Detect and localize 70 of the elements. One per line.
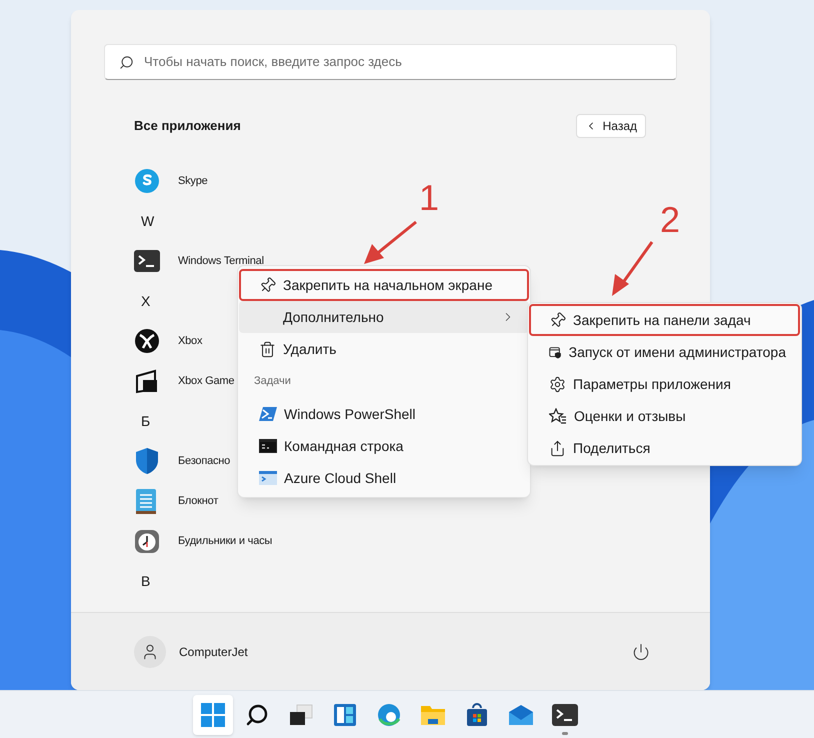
back-button[interactable]: Назад: [576, 114, 646, 138]
shield-icon: [134, 447, 160, 475]
letter-header: X: [141, 292, 150, 310]
search-field[interactable]: Чтобы начать поиск, введите запрос здесь: [104, 44, 677, 80]
store-icon: [465, 702, 489, 726]
app-name[interactable]: Windows Terminal: [178, 252, 264, 270]
user-avatar[interactable]: [134, 636, 166, 668]
widgets-icon: [333, 702, 357, 726]
menu-item-label: Закрепить на начальном экране: [283, 276, 494, 295]
terminal-icon: [134, 250, 160, 272]
settings-icon: [549, 376, 566, 392]
menu-item[interactable]: Оценки и отзывы: [529, 400, 800, 432]
start-icon: [201, 702, 225, 726]
notepad-icon: [134, 487, 158, 515]
user-name[interactable]: ComputerJet: [179, 642, 248, 660]
menu-item[interactable]: Azure Cloud Shell: [239, 462, 529, 494]
menu-item[interactable]: Закрепить на панели задач: [529, 304, 800, 336]
app-name[interactable]: Будильники и часы: [178, 532, 272, 550]
powershell-icon: [259, 406, 277, 422]
annotation-number: 2: [660, 202, 680, 238]
menu-item[interactable]: Закрепить на начальном экране: [239, 269, 529, 301]
menu-item[interactable]: Командная строка: [239, 430, 529, 462]
cmd-icon: [259, 439, 277, 453]
menu-item[interactable]: Параметры приложения: [529, 368, 800, 400]
power-icon[interactable]: [632, 642, 650, 660]
annotation-number: 1: [419, 180, 440, 216]
running-indicator: [562, 732, 568, 734]
menu-item[interactable]: Дополнительно: [239, 301, 529, 333]
task-view-icon: [289, 704, 313, 726]
menu-item[interactable]: Поделиться: [529, 432, 800, 464]
menu-item-label: Закрепить на панели задач: [573, 310, 752, 330]
menu-item-label: Windows PowerShell: [284, 404, 416, 424]
share-icon: [549, 440, 566, 456]
menu-section-header: Задачи: [254, 374, 291, 390]
browser-icon: [377, 702, 401, 726]
menu-item-label: Оценки и отзывы: [574, 406, 687, 426]
game-bar-icon: [134, 368, 160, 394]
menu-item-label: Дополнительно: [283, 308, 385, 327]
menu-item[interactable]: Windows PowerShell: [239, 398, 529, 430]
search-icon: [245, 702, 269, 726]
menu-item-label: Azure Cloud Shell: [284, 468, 398, 488]
menu-item-label: Параметры приложения: [573, 374, 732, 394]
app-name[interactable]: Xbox: [178, 332, 202, 350]
menu-item-label: Удалить: [283, 340, 338, 359]
cloud-shell-icon: [259, 471, 277, 485]
letter-header: Б: [141, 412, 150, 430]
trash-icon: [259, 340, 276, 358]
app-name[interactable]: Xbox Game: [178, 372, 234, 390]
mail-icon: [508, 704, 534, 726]
menu-item[interactable]: Запуск от имени администратора: [529, 336, 800, 368]
terminal-icon: [552, 704, 578, 726]
letter-header: В: [141, 572, 150, 590]
app-name[interactable]: Skype: [178, 172, 208, 190]
menu-item-label: Командная строка: [284, 436, 404, 456]
menu-item-label: Поделиться: [573, 438, 652, 458]
app-name[interactable]: Блокнот: [178, 492, 218, 510]
search-icon: [119, 54, 134, 70]
skype-icon: [134, 168, 160, 194]
menu-item[interactable]: Удалить: [239, 333, 529, 365]
menu-item-label: Запуск от имени администратора: [568, 342, 786, 362]
letter-header: W: [141, 212, 154, 230]
annotation-arrow: [610, 240, 654, 298]
search-input[interactable]: Чтобы начать поиск, введите запрос здесь: [144, 52, 662, 72]
xbox-icon: [134, 328, 160, 354]
section-title: Все приложения: [134, 117, 241, 136]
folder-icon: [420, 704, 446, 726]
clock-icon: [134, 528, 160, 554]
annotation-arrow: [362, 220, 418, 266]
star-list-icon: [549, 408, 567, 424]
app-name[interactable]: Безопасно: [178, 452, 230, 470]
